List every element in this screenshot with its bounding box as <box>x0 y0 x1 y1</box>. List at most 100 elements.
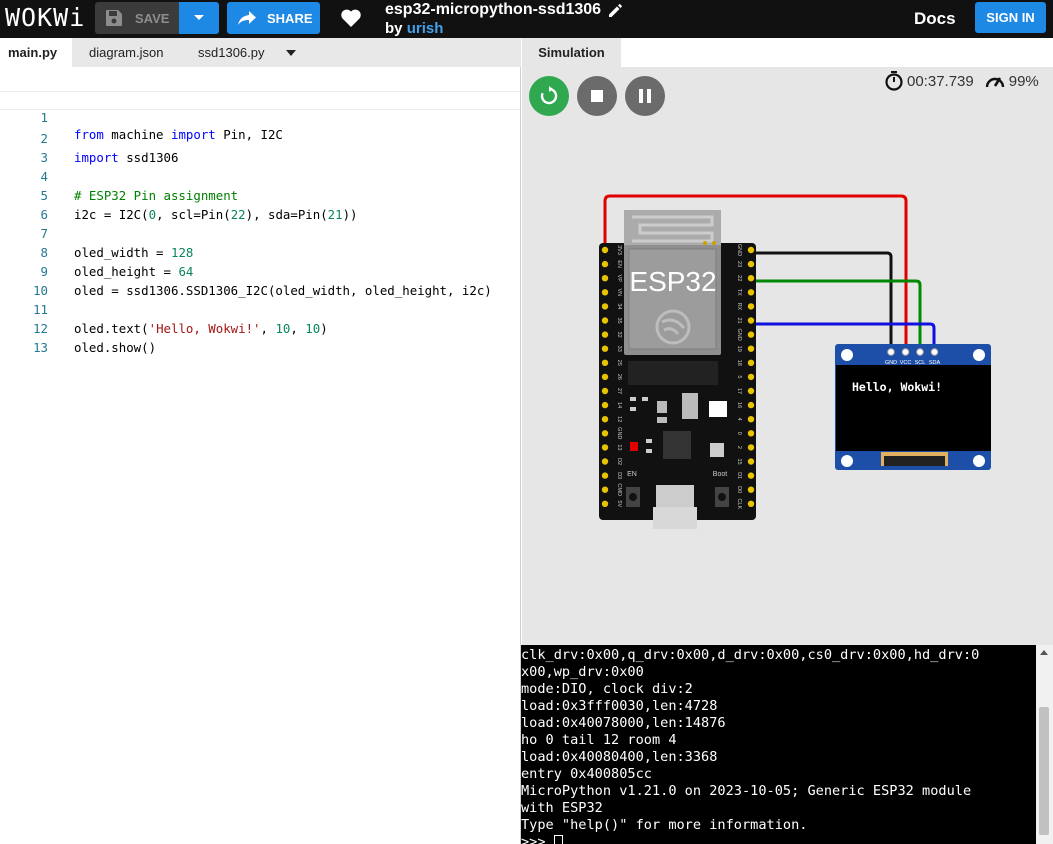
header-pin <box>747 458 755 465</box>
header-pin <box>601 444 609 451</box>
oled-pin <box>916 348 924 356</box>
wokwi-logo[interactable]: WOKWi <box>5 3 85 33</box>
pin-label: EN <box>616 260 622 268</box>
tab-simulation[interactable]: Simulation <box>522 38 621 67</box>
header-pin <box>747 373 755 381</box>
simulation-tab-bar: Simulation <box>522 38 1053 67</box>
header-pin <box>747 472 755 479</box>
header-pin <box>747 416 755 423</box>
code-editor[interactable]: 1 from machine import Pin, I2C 2 import … <box>0 67 521 844</box>
tab-ssd1306-py[interactable]: ssd1306.py <box>198 38 265 67</box>
tabs-menu-button[interactable] <box>286 48 296 56</box>
code-line: 11 oled.text('Hello, Wokwi!', 10, 10) <box>0 281 520 336</box>
code-line: 4 # ESP32 Pin assignment <box>0 148 520 203</box>
serial-output: clk_drv:0x00,q_drv:0x00,d_drv:0x00,cs0_d… <box>521 647 1036 844</box>
boot-button[interactable] <box>715 487 729 507</box>
serial-monitor[interactable]: clk_drv:0x00,q_drv:0x00,d_drv:0x00,cs0_d… <box>521 645 1053 844</box>
serial-line: load:0x40080400,len:3368 <box>521 749 718 765</box>
sign-in-button[interactable]: SIGN IN <box>975 2 1046 33</box>
serial-line: clk_drv:0x00,q_drv:0x00,d_drv:0x00,cs0_d… <box>521 647 980 663</box>
pin-label: 4 <box>736 418 742 421</box>
pin-label: D0 <box>736 486 742 493</box>
header-pin <box>601 275 609 282</box>
header-pin <box>601 500 609 507</box>
save-dropdown-button[interactable] <box>179 2 219 34</box>
esp32-chip-label: ESP32 <box>629 266 716 297</box>
usb-chip <box>663 431 691 459</box>
author-link[interactable]: urish <box>407 20 444 37</box>
pin-label: 0 <box>736 432 742 435</box>
pin-label: 3V3 <box>616 245 622 255</box>
pin-label: 5 <box>736 375 742 378</box>
code-line: 8 oled_height = 64 <box>0 224 520 279</box>
code-line: 3 <box>0 129 520 165</box>
esp32-devkit[interactable]: ESP32 EN Boot 3V3ENVPVN34353233252627141… <box>599 210 756 529</box>
share-label: SHARE <box>267 10 313 26</box>
oled-pin <box>930 348 939 356</box>
serial-scrollbar[interactable] <box>1036 645 1053 844</box>
circuit-diagram[interactable]: ESP32 EN Boot 3V3ENVPVN34353233252627141… <box>522 67 1053 645</box>
tab-main-py[interactable]: main.py <box>0 38 72 67</box>
header-pin <box>601 401 609 409</box>
scrollbar-thumb[interactable] <box>1039 707 1049 835</box>
wire-gnd[interactable] <box>751 251 893 350</box>
serial-line: with ESP32 <box>521 800 603 816</box>
pin-label: TX <box>736 289 742 296</box>
pin-label: CLK <box>736 498 742 509</box>
serial-line: load:0x40078000,len:14876 <box>521 715 726 731</box>
pin-label: 27 <box>616 388 622 394</box>
serial-line: Type "help()" for more information. <box>521 817 808 833</box>
pin-label: D1 <box>736 472 742 479</box>
header-pin <box>747 246 755 254</box>
code-line: 5 i2c = I2C(0, scl=Pin(22), sda=Pin(21)) <box>0 167 520 222</box>
code-text: oled.show() <box>74 340 157 355</box>
header-pin <box>747 444 755 451</box>
pin-label: 19 <box>736 346 742 352</box>
pencil-edit-icon[interactable] <box>607 1 625 19</box>
pin-label: 2 <box>736 446 742 449</box>
scroll-up-arrow-icon[interactable] <box>1040 650 1048 655</box>
pin-label: 22 <box>736 275 742 281</box>
power-led <box>630 442 638 451</box>
pin-label: 17 <box>736 388 742 394</box>
serial-line: x00,wp_drv:0x00 <box>521 664 644 680</box>
pin-label: GND <box>616 427 622 439</box>
wire-scl[interactable] <box>751 279 922 350</box>
header-pin <box>747 303 755 310</box>
editor-tab-bar: main.py diagram.json ssd1306.py <box>0 38 521 67</box>
ssd1306-oled[interactable]: GND VCC SCL SDA Hello, Wokwi! <box>835 344 991 470</box>
save-group: SAVE <box>95 2 219 34</box>
header-pin <box>601 331 609 338</box>
save-button[interactable]: SAVE <box>95 2 179 34</box>
oled-pin <box>887 348 895 356</box>
header-pin <box>601 260 609 268</box>
share-button[interactable]: SHARE <box>227 2 320 34</box>
en-button[interactable] <box>626 487 640 507</box>
boot-label: Boot <box>713 471 727 478</box>
header-pin <box>601 289 609 296</box>
line-number: 13 <box>33 340 48 355</box>
pin-label: D3 <box>616 472 622 479</box>
pin-label: 32 <box>616 332 622 338</box>
simulation-canvas[interactable]: 00:37.739 99% ESP32 EN Boot 3V3 EN VP VN… <box>522 67 1053 645</box>
heart-icon <box>341 9 361 28</box>
pin-label: 33 <box>616 346 622 352</box>
serial-line: MicroPython v1.21.0 on 2023-10-05; Gener… <box>521 783 972 799</box>
like-button[interactable] <box>340 8 362 33</box>
micro-usb-port <box>656 485 694 507</box>
smd-component <box>709 401 727 417</box>
code-line: 10 <box>0 262 520 298</box>
serial-line: load:0x3fff0030,len:4728 <box>521 698 718 714</box>
repl-prompt[interactable]: >>> <box>521 834 1036 844</box>
tab-diagram-json[interactable]: diagram.json <box>89 38 163 67</box>
pin-label: VN <box>616 288 622 296</box>
docs-link[interactable]: Docs <box>914 9 956 29</box>
header-pin <box>747 486 755 493</box>
header-pin <box>601 472 609 479</box>
project-name[interactable]: esp32-micropython-ssd1306 <box>385 1 601 19</box>
header-pin <box>601 246 609 254</box>
header-pin <box>601 486 609 493</box>
pin-label: 35 <box>616 317 622 323</box>
header-pin <box>601 430 609 437</box>
pin-label: 15 <box>736 458 742 464</box>
